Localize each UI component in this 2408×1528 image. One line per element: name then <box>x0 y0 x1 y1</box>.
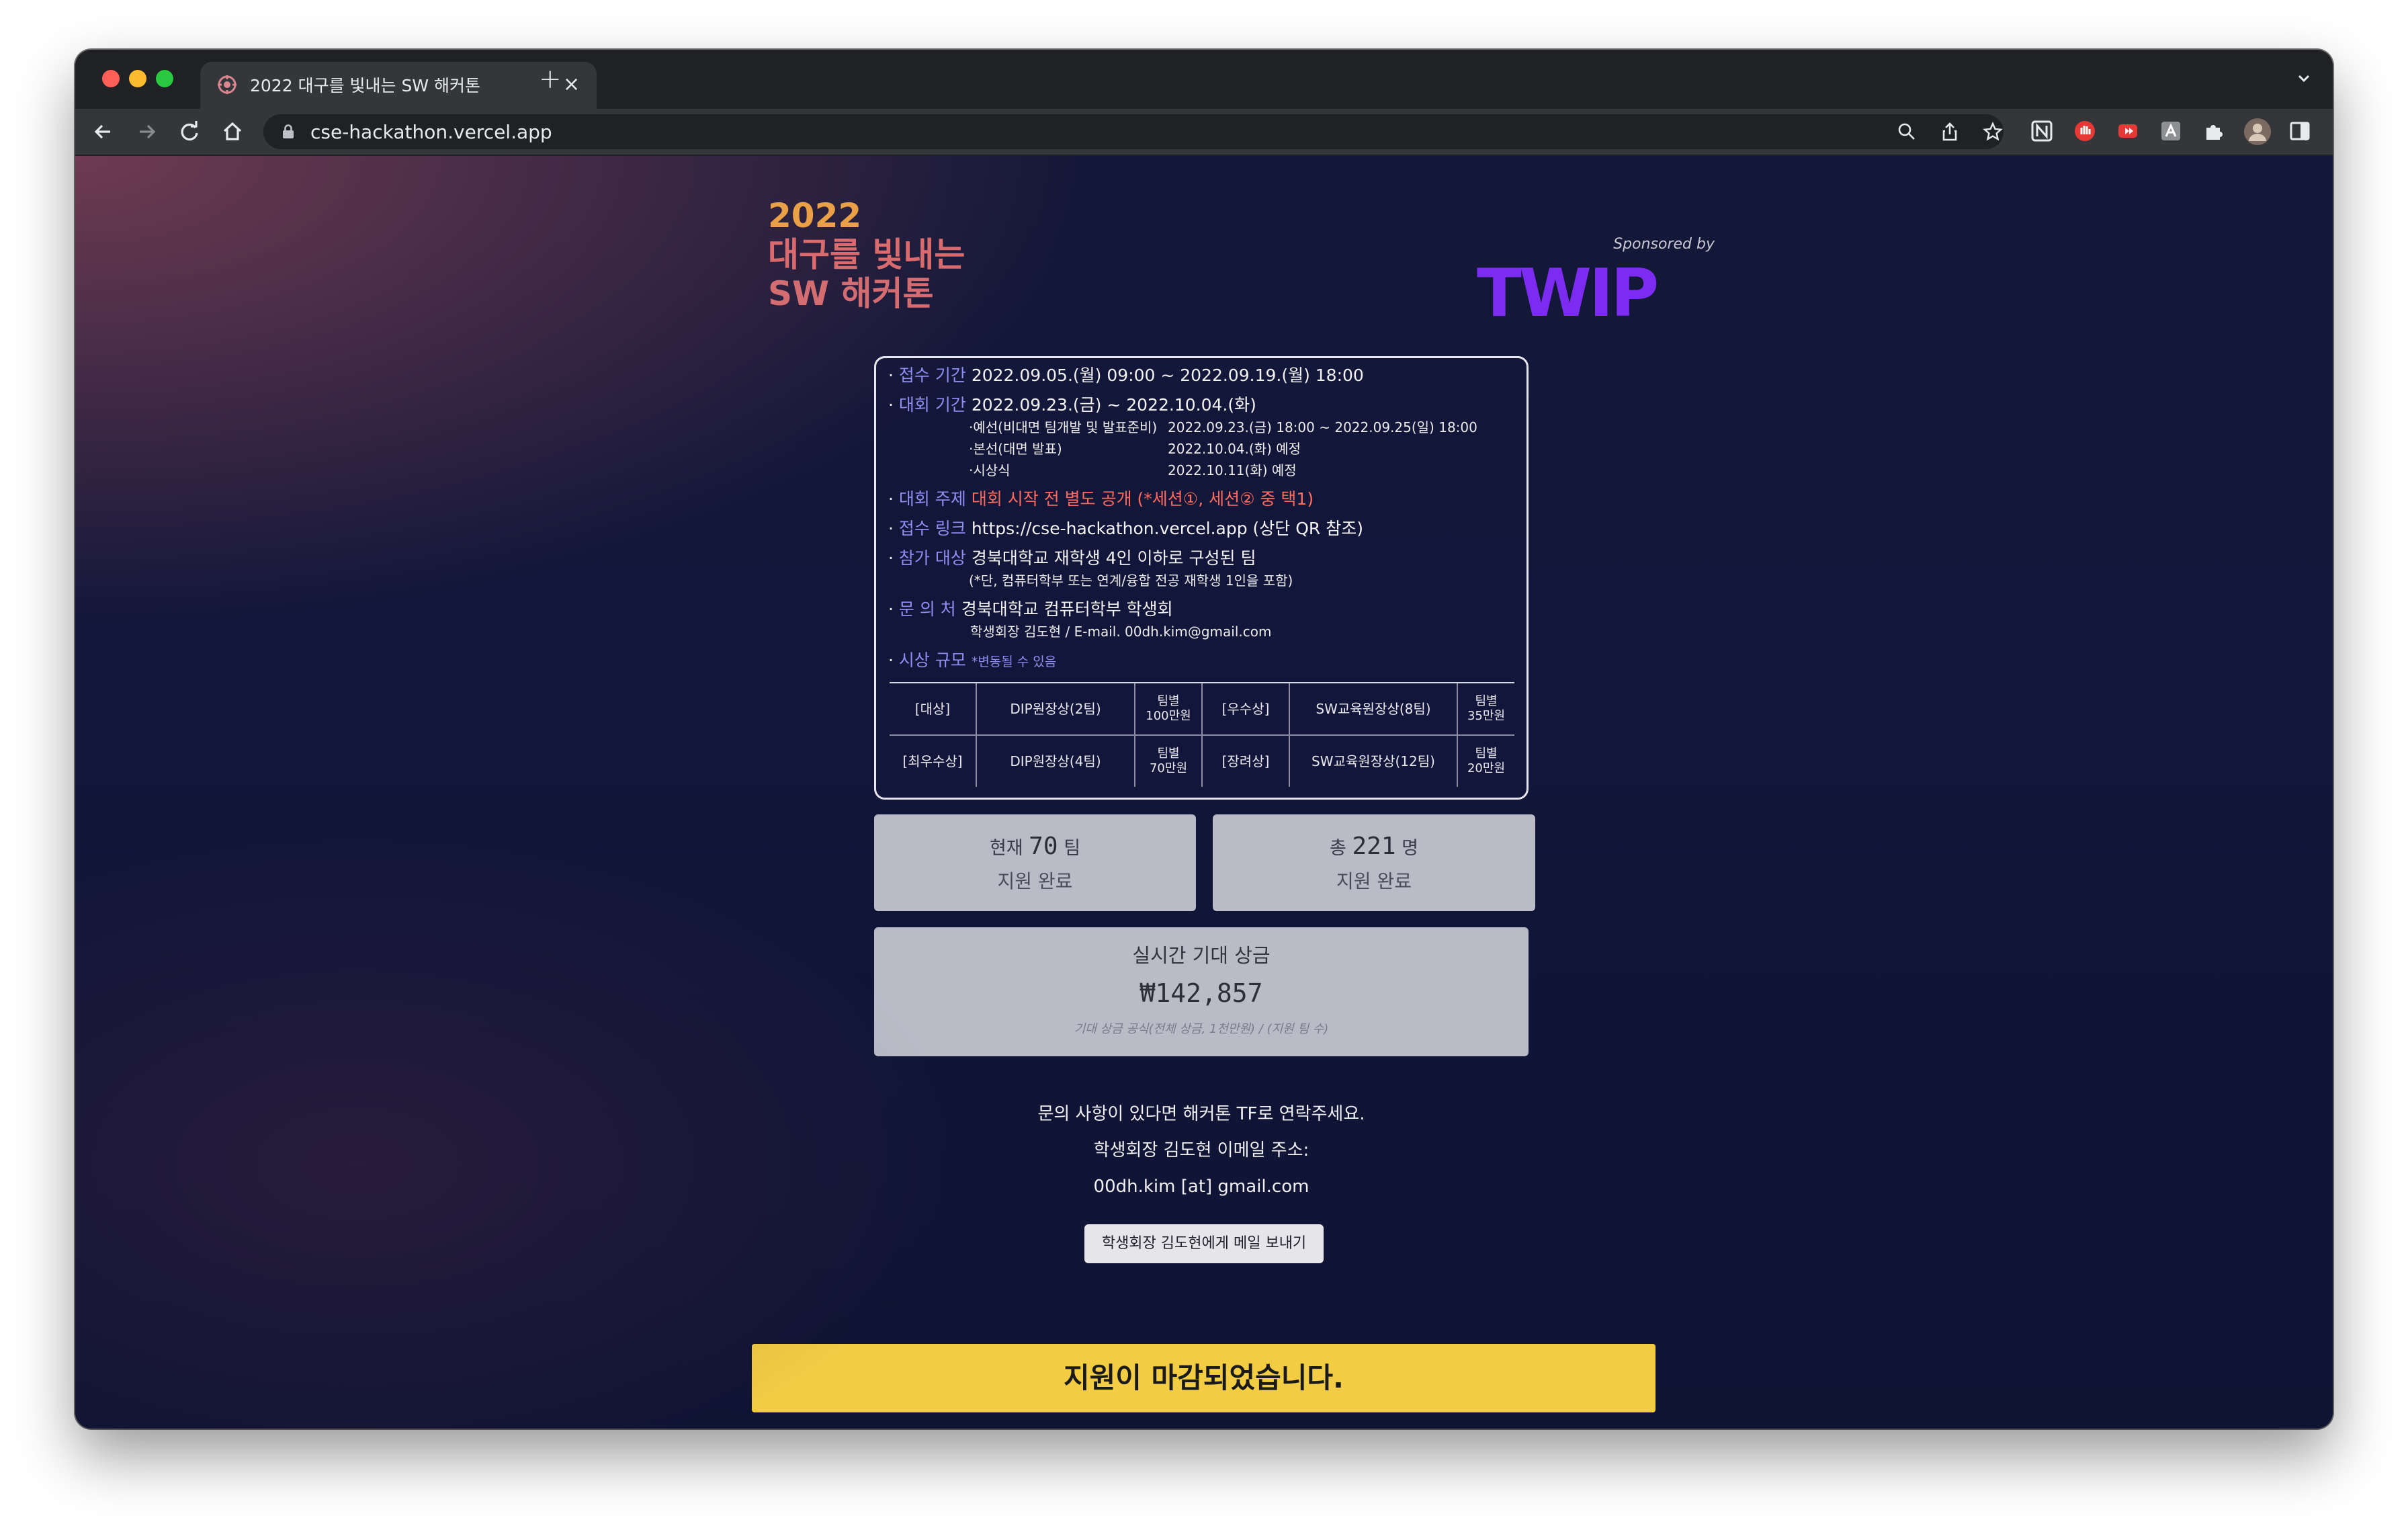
awards-label: 시상 규모 <box>898 650 966 670</box>
schedule-qualifier-date: 2022.09.23.(금) 18:00 ~ 2022.09.25(일) 18:… <box>1168 419 1477 435</box>
notion-extension-icon[interactable] <box>2029 118 2055 144</box>
minimize-window-button[interactable] <box>129 70 146 87</box>
extensions-puzzle-icon[interactable] <box>2201 118 2227 144</box>
title-line-3: SW 해커톤 <box>768 274 934 313</box>
table-cell: DIP원장상(2팀) <box>977 683 1135 734</box>
url-text[interactable]: cse-hackathon.vercel.app <box>310 121 552 144</box>
applicant-count-status: 지원 완료 <box>1336 870 1412 892</box>
page-content: 2022 대구를 빛내는 SW 해커톤 Sponsored by TWIP · … <box>75 156 2333 1429</box>
applicant-count-number: 221 <box>1352 833 1396 860</box>
schedule-final-date: 2022.10.04.(화) 예정 <box>1168 441 1301 457</box>
applicant-count-card: 총 221 명 지원 완료 <box>1213 814 1535 911</box>
reception-label: 접수 기간 <box>898 366 966 385</box>
contact-email: 00dh.kim [at] gmail.com <box>1093 1177 1309 1197</box>
expected-prize-title: 실시간 기대 상금 <box>1132 944 1271 967</box>
profile-avatar[interactable] <box>2243 117 2272 146</box>
team-count-line: 현재 70 팀 <box>989 833 1081 860</box>
team-count-card: 현재 70 팀 지원 완료 <box>874 814 1196 911</box>
reception-period-row: · 접수 기간 2022.09.05.(월) 09:00 ~ 2022.09.1… <box>888 366 1364 385</box>
contact-line-2: 학생회장 김도현 이메일 주소: <box>1093 1140 1309 1160</box>
contest-period-row: · 대회 기간 2022.09.23.(금) ~ 2022.10.04.(화) <box>888 395 1256 415</box>
table-cell: SW교육원장상(12팀) <box>1290 736 1458 787</box>
schedule-final-name: ·본선(대면 발표) <box>969 441 1062 457</box>
event-title: 2022 대구를 빛내는 SW 해커톤 <box>768 196 1050 313</box>
reload-icon[interactable] <box>175 117 204 146</box>
eligibility-value: 경북대학교 재학생 4인 이하로 구성된 팀 <box>971 548 1256 568</box>
applicant-count-line: 총 221 명 <box>1330 833 1418 860</box>
awards-note: *변동될 수 있음 <box>971 654 1057 669</box>
share-icon[interactable] <box>1939 121 1961 142</box>
team-count-number: 70 <box>1029 833 1058 860</box>
maximize-window-button[interactable] <box>156 70 173 87</box>
red-hand-extension-icon[interactable] <box>2072 118 2098 144</box>
table-cell: SW교육원장상(8팀) <box>1290 683 1458 734</box>
address-bar[interactable]: cse-hackathon.vercel.app <box>263 114 2004 149</box>
home-icon[interactable] <box>218 117 247 146</box>
browser-window: 2022 대구를 빛내는 SW 해커톤 × + cse-hackathon.ve… <box>75 50 2333 1429</box>
table-cell: 팀별 100만원 <box>1135 683 1203 734</box>
expected-prize-amount: ₩142,857 <box>1140 978 1263 1008</box>
tab-search-chevron-icon[interactable] <box>2294 69 2314 89</box>
table-cell: [우수상] <box>1203 683 1290 734</box>
svg-text:TWIP: TWIP <box>1477 258 1656 328</box>
translate-extension-icon[interactable] <box>2158 118 2184 144</box>
browser-toolbar: cse-hackathon.vercel.app <box>75 109 2333 156</box>
zoom-search-icon[interactable] <box>1896 121 1918 142</box>
link-row: · 접수 링크 https://cse-hackathon.vercel.app… <box>888 519 1363 538</box>
expected-prize-formula: 기대 상금 공식(전체 상금, 1천만원) / (지원 팀 수) <box>1074 1022 1329 1036</box>
site-favicon-icon <box>218 75 236 94</box>
forward-arrow-icon[interactable] <box>132 117 161 146</box>
title-line-2: 대구를 빛내는 <box>768 235 965 274</box>
more-menu-icon[interactable] <box>2294 120 2318 144</box>
contact-line-1: 문의 사항이 있다면 해커톤 TF로 연락주세요. <box>1037 1104 1365 1124</box>
new-tab-button[interactable]: + <box>539 65 562 94</box>
back-arrow-icon[interactable] <box>89 117 118 146</box>
eligibility-note: (*단, 컴퓨터학부 또는 연계/융합 전공 재학생 1인을 포함) <box>969 572 1293 589</box>
twip-sponsor-logo: TWIP <box>1477 258 1659 328</box>
contest-label: 대회 기간 <box>898 395 966 415</box>
table-cell: 팀별 35만원 <box>1467 694 1506 723</box>
tab-close-icon[interactable]: × <box>563 73 580 97</box>
topic-label: 대회 주제 <box>898 489 966 509</box>
video-speed-extension-icon[interactable] <box>2115 118 2141 144</box>
inquiry-contact: 학생회장 김도현 / E-mail. 00dh.kim@gmail.com <box>970 624 1272 640</box>
application-closed-banner[interactable]: 지원이 마감되었습니다. <box>752 1344 1656 1412</box>
schedule-ceremony-date: 2022.10.11(화) 예정 <box>1168 462 1297 478</box>
table-cell: 팀별 70만원 <box>1135 736 1203 787</box>
inquiry-row: · 문 의 처 경북대학교 컴퓨터학부 학생회 <box>888 599 1173 619</box>
contest-value: 2022.09.23.(금) ~ 2022.10.04.(화) <box>971 395 1256 415</box>
link-value: https://cse-hackathon.vercel.app (상단 QR … <box>971 519 1363 538</box>
bookmark-star-icon[interactable] <box>1982 121 2004 142</box>
inquiry-label: 문 의 처 <box>898 599 956 619</box>
title-year: 2022 <box>768 196 862 235</box>
table-cell: [장려상] <box>1203 736 1290 787</box>
eligibility-row: · 참가 대상 경북대학교 재학생 4인 이하로 구성된 팀 <box>888 548 1256 568</box>
eligibility-label: 참가 대상 <box>898 548 966 568</box>
lock-icon[interactable] <box>280 123 297 140</box>
schedule-ceremony-name: ·시상식 <box>969 462 1010 478</box>
awards-row: · 시상 규모 *변동될 수 있음 <box>888 650 1057 670</box>
active-tab[interactable]: 2022 대구를 빛내는 SW 해커톤 × <box>200 62 597 109</box>
schedule-qualifier-name: ·예선(비대면 팀개발 및 발표준비) <box>969 419 1158 435</box>
info-box: · 접수 기간 2022.09.05.(월) 09:00 ~ 2022.09.1… <box>874 356 1529 800</box>
link-label: 접수 링크 <box>898 519 966 538</box>
table-cell: DIP원장상(4팀) <box>977 736 1135 787</box>
table-cell: 팀별 20만원 <box>1467 747 1506 775</box>
reception-value: 2022.09.05.(월) 09:00 ~ 2022.09.19.(월) 18… <box>971 366 1364 385</box>
inquiry-value: 경북대학교 컴퓨터학부 학생회 <box>961 599 1173 619</box>
topic-row: · 대회 주제 대회 시작 전 별도 공개 (*세션①, 세션② 중 택1) <box>888 489 1314 509</box>
close-window-button[interactable] <box>102 70 120 87</box>
tab-strip: 2022 대구를 빛내는 SW 해커톤 × + <box>75 50 2333 109</box>
table-cell: [최우수상] <box>890 736 977 787</box>
tab-title: 2022 대구를 빛내는 SW 해커톤 <box>250 76 480 95</box>
expected-prize-card: 실시간 기대 상금 ₩142,857 기대 상금 공식(전체 상금, 1천만원)… <box>874 927 1529 1056</box>
table-cell: [대상] <box>890 683 977 734</box>
send-email-button[interactable]: 학생회장 김도현에게 메일 보내기 <box>1084 1224 1324 1263</box>
topic-value: 대회 시작 전 별도 공개 (*세션①, 세션② 중 택1) <box>971 489 1314 509</box>
team-count-status: 지원 완료 <box>997 870 1073 892</box>
sponsor-caption: Sponsored by <box>1613 236 1715 253</box>
prize-table: [대상] DIP원장상(2팀) 팀별 100만원 [우수상] SW교육원장상(8… <box>890 682 1514 787</box>
